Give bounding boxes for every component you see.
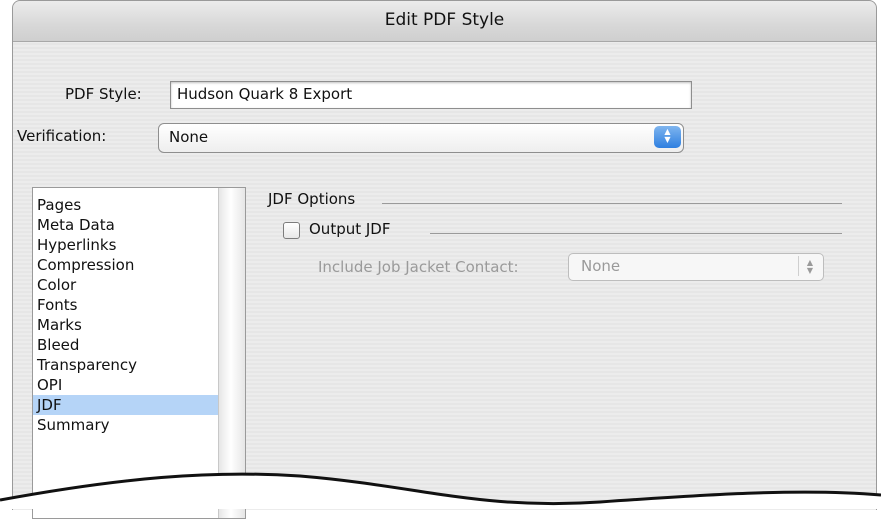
jdf-options-title: JDF Options (268, 190, 356, 208)
up-down-arrows-icon: ▲ ▼ (664, 127, 671, 144)
contact-popup-arrows: ▲ ▼ (798, 256, 821, 276)
job-jacket-contact-label: Include Job Jacket Contact: (318, 258, 519, 276)
list-item-transparency[interactable]: Transparency (33, 355, 221, 375)
output-jdf-label[interactable]: Output JDF (309, 220, 390, 238)
up-down-arrows-icon: ▲ ▼ (806, 258, 814, 275)
list-item-opi[interactable]: OPI (33, 375, 221, 395)
job-jacket-contact-popup[interactable]: None ▲ ▼ (568, 253, 824, 281)
output-jdf-divider (430, 233, 842, 234)
category-list[interactable]: Pages Meta Data Hyperlinks Compression C… (32, 187, 246, 519)
pdf-style-field[interactable]: Hudson Quark 8 Export (170, 81, 692, 109)
list-item-hyperlinks[interactable]: Hyperlinks (33, 235, 221, 255)
list-scrollbar[interactable] (218, 188, 245, 518)
popup-arrows-button[interactable]: ▲ ▼ (654, 126, 681, 148)
title-bar: Edit PDF Style (13, 1, 876, 42)
verification-label: Verification: (17, 127, 107, 145)
window-title: Edit PDF Style (384, 10, 505, 30)
list-item-marks[interactable]: Marks (33, 315, 221, 335)
list-item-compression[interactable]: Compression (33, 255, 221, 275)
verification-popup[interactable]: None ▲ ▼ (158, 123, 684, 153)
job-jacket-contact-value: None (581, 257, 621, 275)
verification-value: None (169, 128, 209, 146)
jdf-options-divider (382, 203, 842, 204)
list-item-summary[interactable]: Summary (33, 415, 221, 435)
list-item-pages[interactable]: Pages (33, 195, 221, 215)
pdf-style-label: PDF Style: (65, 85, 142, 103)
list-item-fonts[interactable]: Fonts (33, 295, 221, 315)
list-item-color[interactable]: Color (33, 275, 221, 295)
list-item-jdf[interactable]: JDF (33, 395, 221, 415)
output-jdf-checkbox[interactable] (283, 222, 300, 239)
list-item-meta-data[interactable]: Meta Data (33, 215, 221, 235)
pdf-style-value: Hudson Quark 8 Export (177, 85, 353, 103)
list-item-bleed[interactable]: Bleed (33, 335, 221, 355)
